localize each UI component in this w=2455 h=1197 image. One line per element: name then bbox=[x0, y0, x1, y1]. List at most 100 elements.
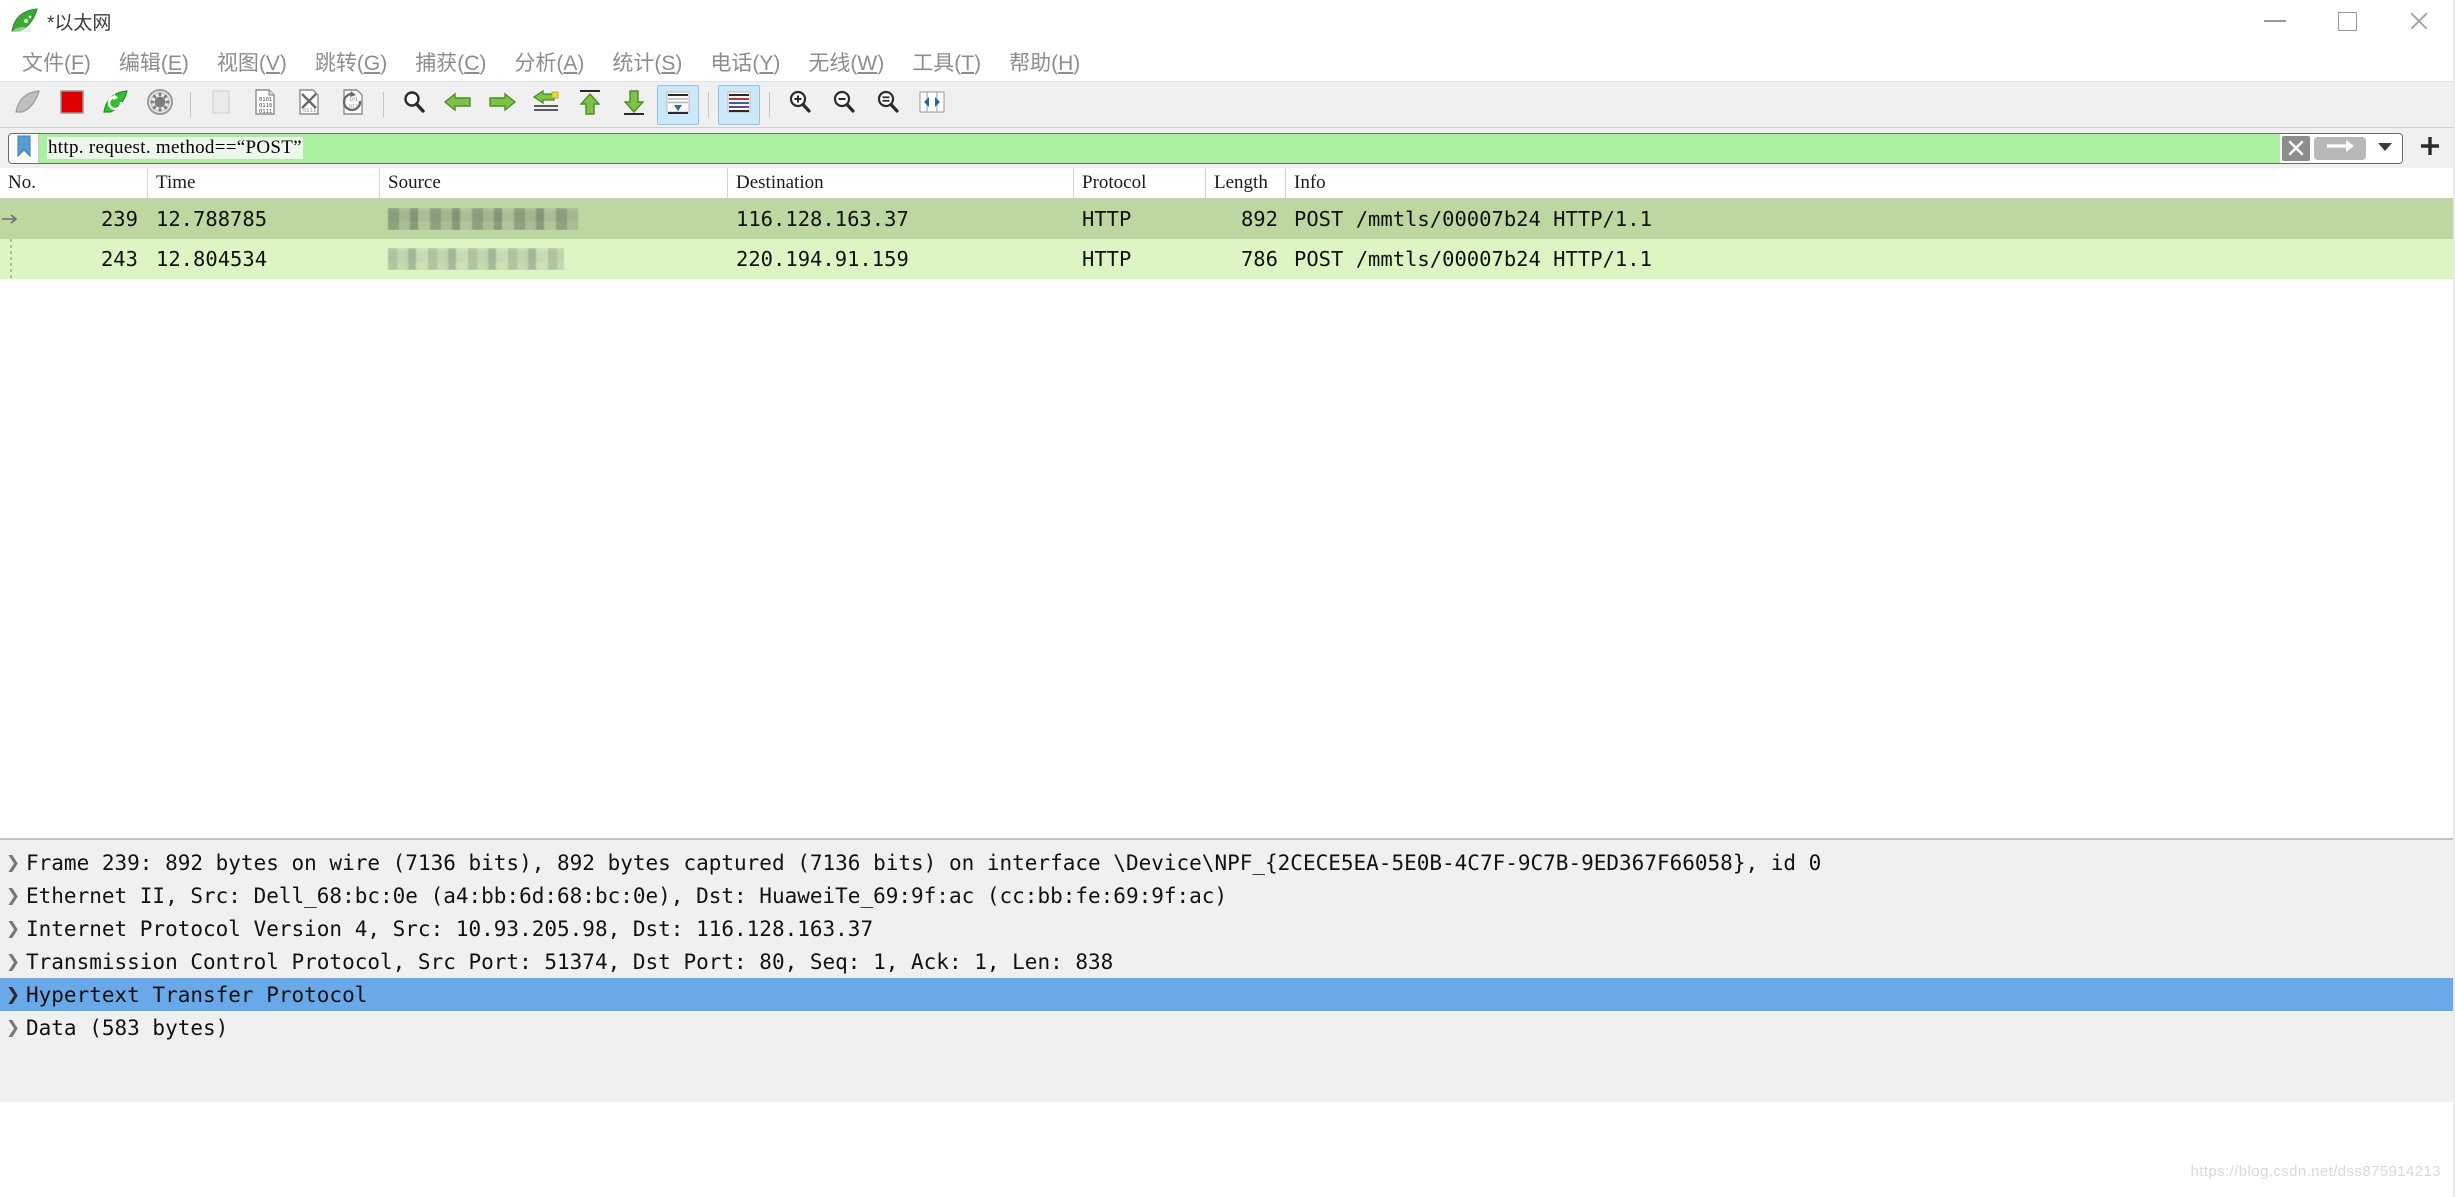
maximize-icon bbox=[2337, 11, 2357, 31]
table-row[interactable]: 243 12.804534 220.194.91.159 HTTP 786 PO… bbox=[0, 239, 2455, 279]
cell-info: POST /mmtls/00007b24 HTTP/1.1 bbox=[1294, 207, 1652, 231]
cell-time: 12.804534 bbox=[156, 247, 268, 271]
toolbar-separator bbox=[769, 91, 770, 118]
capture-options-button[interactable] bbox=[139, 85, 181, 125]
detail-row-frame[interactable]: ❯ Frame 239: 892 bytes on wire (7136 bit… bbox=[0, 846, 2455, 879]
go-forward-icon bbox=[487, 91, 517, 118]
svg-text:0111: 0111 bbox=[259, 109, 272, 115]
zoom-out-icon bbox=[831, 89, 857, 120]
filter-clear-button[interactable] bbox=[2280, 133, 2312, 163]
go-to-first-packet-icon bbox=[577, 88, 603, 121]
bookmark-icon bbox=[16, 135, 32, 162]
svg-text:101: 101 bbox=[349, 97, 358, 103]
reload-file-button[interactable]: 101 011 bbox=[332, 85, 374, 125]
cell-length: 786 bbox=[1240, 247, 1278, 271]
menu-item-view[interactable]: 视图(V) bbox=[203, 45, 301, 79]
filter-input[interactable]: http. request. method==“POST” bbox=[39, 133, 2280, 163]
cell-time: 12.788785 bbox=[156, 207, 268, 231]
table-row[interactable]: 239 12.788785 116.128.163.37 HTTP 892 PO… bbox=[0, 199, 2455, 239]
chevron-right-icon[interactable]: ❯ bbox=[0, 886, 26, 906]
zoom-reset-button[interactable] bbox=[867, 85, 909, 125]
start-capture-button[interactable] bbox=[7, 85, 49, 125]
menu-item-capture[interactable]: 捕获(C) bbox=[401, 45, 500, 79]
detail-row-http[interactable]: ❯ Hypertext Transfer Protocol bbox=[0, 978, 2455, 1011]
column-header-source[interactable]: Source bbox=[380, 168, 728, 198]
menu-item-edit[interactable]: 编辑(E) bbox=[105, 45, 203, 79]
chevron-down-icon bbox=[2377, 139, 2393, 157]
filter-bookmark-button[interactable] bbox=[9, 133, 39, 163]
go-forward-button[interactable] bbox=[481, 85, 523, 125]
cell-info: POST /mmtls/00007b24 HTTP/1.1 bbox=[1294, 247, 1652, 271]
detail-row-ethernet[interactable]: ❯ Ethernet II, Src: Dell_68:bc:0e (a4:bb… bbox=[0, 879, 2455, 912]
resize-columns-button[interactable] bbox=[911, 85, 953, 125]
column-header-destination[interactable]: Destination bbox=[728, 168, 1074, 198]
minimize-button[interactable] bbox=[2239, 0, 2311, 42]
column-header-length[interactable]: Length bbox=[1206, 168, 1286, 198]
packet-list-header: No. Time Source Destination Protocol Len… bbox=[0, 168, 2455, 199]
go-back-icon bbox=[443, 91, 473, 118]
window-controls bbox=[2239, 0, 2455, 42]
cell-source-redacted bbox=[380, 248, 728, 270]
filter-apply-button[interactable] bbox=[2314, 136, 2366, 160]
cell-no: 243 bbox=[100, 247, 138, 271]
chevron-right-icon[interactable]: ❯ bbox=[0, 985, 26, 1005]
find-packet-icon bbox=[401, 89, 427, 120]
menu-item-analyze[interactable]: 分析(A) bbox=[500, 45, 598, 79]
zoom-out-button[interactable] bbox=[823, 85, 865, 125]
packet-details-pane[interactable]: ❯ Frame 239: 892 bytes on wire (7136 bit… bbox=[0, 838, 2455, 1102]
auto-scroll-button[interactable] bbox=[657, 84, 699, 125]
go-to-first-packet-button[interactable] bbox=[569, 85, 611, 125]
redaction-mosaic bbox=[388, 208, 578, 230]
go-to-last-packet-button[interactable] bbox=[613, 85, 655, 125]
chevron-right-icon[interactable]: ❯ bbox=[0, 919, 26, 939]
cell-no: 239 bbox=[100, 207, 138, 231]
filter-input-wrapper[interactable]: http. request. method==“POST” bbox=[8, 132, 2403, 164]
menu-item-wireless[interactable]: 无线(W) bbox=[794, 45, 898, 79]
stop-capture-button[interactable] bbox=[51, 85, 93, 125]
restart-capture-icon bbox=[102, 89, 130, 120]
bottom-area: https://blog.csdn.net/dss875914213 bbox=[0, 1102, 2455, 1194]
detail-row-tcp[interactable]: ❯ Transmission Control Protocol, Src Por… bbox=[0, 945, 2455, 978]
detail-row-ipv4[interactable]: ❯ Internet Protocol Version 4, Src: 10.9… bbox=[0, 912, 2455, 945]
menu-item-go[interactable]: 跳转(G) bbox=[301, 45, 401, 79]
column-header-protocol[interactable]: Protocol bbox=[1074, 168, 1206, 198]
menu-item-file[interactable]: 文件(F) bbox=[8, 45, 105, 79]
open-file-button[interactable] bbox=[200, 85, 242, 125]
detail-row-label: Ethernet II, Src: Dell_68:bc:0e (a4:bb:6… bbox=[26, 883, 1228, 908]
column-header-no[interactable]: No. bbox=[0, 168, 148, 198]
filter-history-dropdown[interactable] bbox=[2368, 133, 2402, 163]
colorize-packets-button[interactable] bbox=[718, 84, 760, 125]
menu-item-statistics[interactable]: 统计(S) bbox=[598, 45, 696, 79]
find-packet-button[interactable] bbox=[393, 85, 435, 125]
zoom-reset-icon bbox=[875, 89, 901, 120]
menu-item-help[interactable]: 帮助(H) bbox=[995, 45, 1094, 79]
chevron-right-icon[interactable]: ❯ bbox=[0, 853, 26, 873]
maximize-button[interactable] bbox=[2311, 0, 2383, 42]
cell-protocol: HTTP bbox=[1082, 247, 1132, 271]
close-button[interactable] bbox=[2383, 0, 2455, 42]
column-header-time[interactable]: Time bbox=[148, 168, 380, 198]
open-file-icon bbox=[209, 89, 233, 120]
menu-item-telephony[interactable]: 电话(Y) bbox=[696, 45, 794, 79]
go-to-packet-button[interactable] bbox=[525, 85, 567, 125]
go-back-button[interactable] bbox=[437, 85, 479, 125]
packet-list-pane[interactable]: No. Time Source Destination Protocol Len… bbox=[0, 168, 2455, 838]
zoom-in-button[interactable] bbox=[779, 85, 821, 125]
detail-row-label: Hypertext Transfer Protocol bbox=[26, 982, 368, 1007]
capture-options-gear-icon bbox=[146, 88, 174, 121]
auto-scroll-icon bbox=[665, 89, 691, 120]
zoom-in-icon bbox=[787, 89, 813, 120]
add-filter-button[interactable] bbox=[2413, 131, 2447, 165]
start-capture-icon bbox=[14, 89, 42, 120]
chevron-right-icon[interactable]: ❯ bbox=[0, 952, 26, 972]
chevron-right-icon[interactable]: ❯ bbox=[0, 1018, 26, 1038]
wireshark-fin-icon bbox=[10, 8, 40, 34]
menu-bar: 文件(F) 编辑(E) 视图(V) 跳转(G) 捕获(C) 分析(A) 统计(S… bbox=[0, 42, 2455, 82]
close-file-button[interactable]: 0111 bbox=[288, 85, 330, 125]
menu-item-tools[interactable]: 工具(T) bbox=[898, 45, 995, 79]
restart-capture-button[interactable] bbox=[95, 85, 137, 125]
detail-row-data[interactable]: ❯ Data (583 bytes) bbox=[0, 1011, 2455, 1044]
column-header-info[interactable]: Info bbox=[1286, 168, 2455, 198]
cell-destination: 116.128.163.37 bbox=[736, 207, 909, 231]
save-file-button[interactable]: 0101 0110 0111 bbox=[244, 85, 286, 125]
